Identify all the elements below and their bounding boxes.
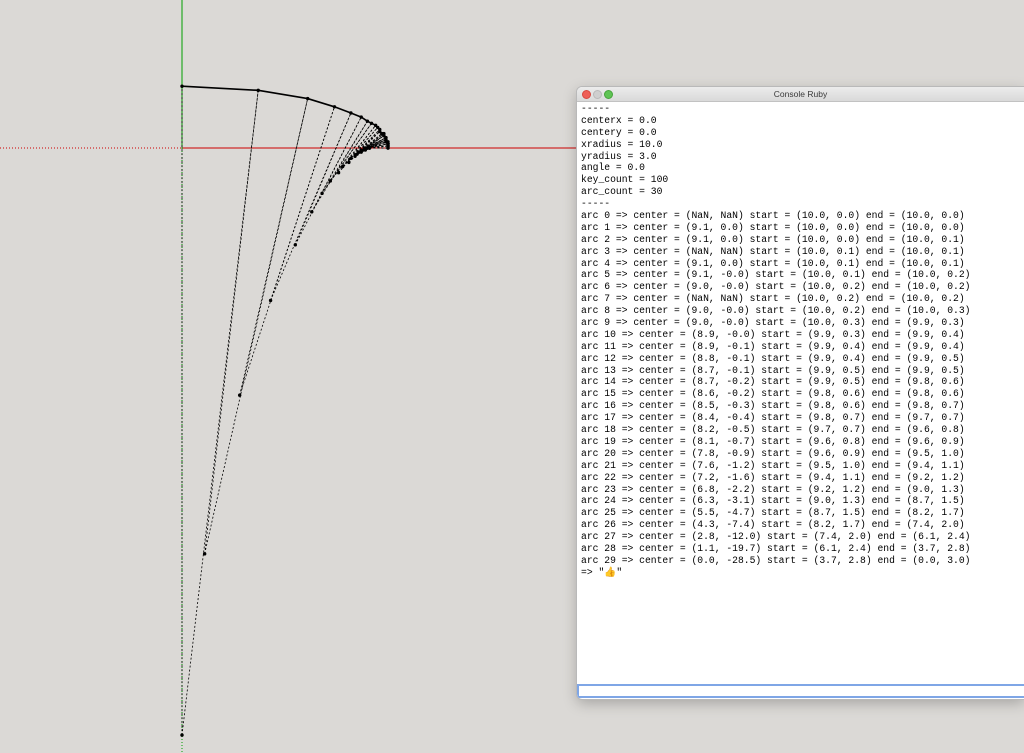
console-output-line: arc 4 => center = (9.1, 0.0) start = (10… — [581, 257, 965, 269]
console-output-line: arc 22 => center = (7.2, -1.6) start = (… — [581, 471, 965, 483]
console-output-line: arc 0 => center = (NaN, NaN) start = (10… — [581, 210, 965, 222]
console-output-line: arc 27 => center = (2.8, -12.0) start = … — [581, 531, 971, 543]
console-output-line: arc 24 => center = (6.3, -3.1) start = (… — [581, 495, 965, 507]
console-output-line: arc 3 => center = (NaN, NaN) start = (10… — [581, 245, 965, 257]
arc-segment — [258, 89, 308, 100]
console-output-line: ----- — [581, 103, 611, 114]
construction-line — [204, 98, 309, 554]
console-output-line: arc 29 => center = (0.0, -28.5) start = … — [581, 554, 971, 566]
arc-segment — [307, 97, 335, 108]
arc-segment — [181, 85, 259, 92]
console-output-line: xradius = 10.0 — [581, 138, 663, 150]
console-output-line: arc 2 => center = (9.1, 0.0) start = (10… — [581, 233, 965, 245]
console-output-line: arc 21 => center = (7.6, -1.2) start = (… — [581, 459, 965, 471]
arc-center-point — [237, 393, 242, 397]
console-output-line: yradius = 3.0 — [581, 150, 657, 162]
console-output-line: arc 13 => center = (8.7, -0.1) start = (… — [581, 364, 965, 376]
console-output-line: centerx = 0.0 — [581, 114, 657, 126]
console-output-line: arc 11 => center = (8.9, -0.1) start = (… — [581, 340, 965, 352]
console-output-line: arc 6 => center = (9.0, -0.0) start = (1… — [581, 281, 971, 293]
arc-segment — [334, 106, 352, 114]
console-output-line: arc 20 => center = (7.8, -0.9) start = (… — [581, 447, 965, 459]
console-output-line: arc 17 => center = (8.4, -0.4) start = (… — [581, 412, 965, 424]
window-title: Console Ruby — [773, 89, 828, 99]
window-titlebar[interactable]: Console Ruby — [577, 87, 1024, 102]
console-output-line: ----- — [581, 198, 611, 210]
arc-construction-geometry[interactable] — [180, 84, 390, 737]
console-output-line: key_count = 100 — [581, 174, 669, 186]
console-output-line: arc 18 => center = (8.2, -0.5) start = (… — [581, 424, 965, 436]
arc-center-point — [336, 171, 341, 175]
console-output-line: arc 9 => center = (9.0, -0.0) start = (1… — [581, 317, 965, 329]
console-output-line: arc 25 => center = (5.5, -4.7) start = (… — [581, 507, 965, 519]
console-output-line: arc_count = 30 — [581, 186, 663, 198]
console-output-line: arc 19 => center = (8.1, -0.7) start = (… — [581, 435, 965, 447]
ruby-console-window[interactable]: Console Ruby ----- centerx = 0.0 centery =… — [577, 87, 1024, 699]
console-output-line: arc 12 => center = (8.8, -0.1) start = (… — [581, 352, 965, 364]
console-output-line: arc 26 => center = (4.3, -7.4) start = (… — [581, 519, 965, 531]
construction-line — [311, 116, 362, 213]
construction-line — [181, 90, 259, 736]
construction-line — [294, 112, 352, 245]
console-input[interactable] — [577, 684, 1024, 698]
console-output: ----- centerx = 0.0 centery = 0.0 xradius =… — [581, 103, 1022, 579]
arc-end-point — [180, 84, 184, 88]
console-output-line: arc 16 => center = (8.5, -0.3) start = (… — [581, 400, 965, 412]
console-output-line: arc 15 => center = (8.6, -0.2) start = (… — [581, 388, 965, 400]
console-output-line: arc 1 => center = (9.1, 0.0) start = (10… — [581, 221, 965, 233]
console-output-line: arc 28 => center = (1.1, -19.7) start = … — [581, 542, 971, 554]
arc-center-point — [310, 210, 314, 214]
construction-line — [239, 106, 335, 396]
console-output-line: arc 7 => center = (NaN, NaN) start = (10… — [581, 293, 965, 305]
construction-line — [354, 133, 383, 157]
console-output-line: centery = 0.0 — [581, 126, 657, 138]
console-output-line: arc 14 => center = (8.7, -0.2) start = (… — [581, 376, 965, 388]
arc-center-point — [268, 298, 273, 303]
arc-center-point — [180, 733, 184, 737]
construction-line — [204, 90, 259, 554]
console-output-line: => "👍" — [581, 566, 623, 578]
console-output-line: angle = 0.0 — [581, 162, 645, 174]
console-output-line: arc 23 => center = (6.8, -2.2) start = (… — [581, 483, 965, 495]
console-output-line: arc 5 => center = (9.1, -0.0) start = (1… — [581, 269, 971, 281]
console-output-line: arc 10 => center = (8.9, -0.0) start = (… — [581, 328, 965, 340]
construction-line — [294, 116, 362, 246]
console-output-line: arc 8 => center = (9.0, -0.0) start = (1… — [581, 305, 971, 317]
